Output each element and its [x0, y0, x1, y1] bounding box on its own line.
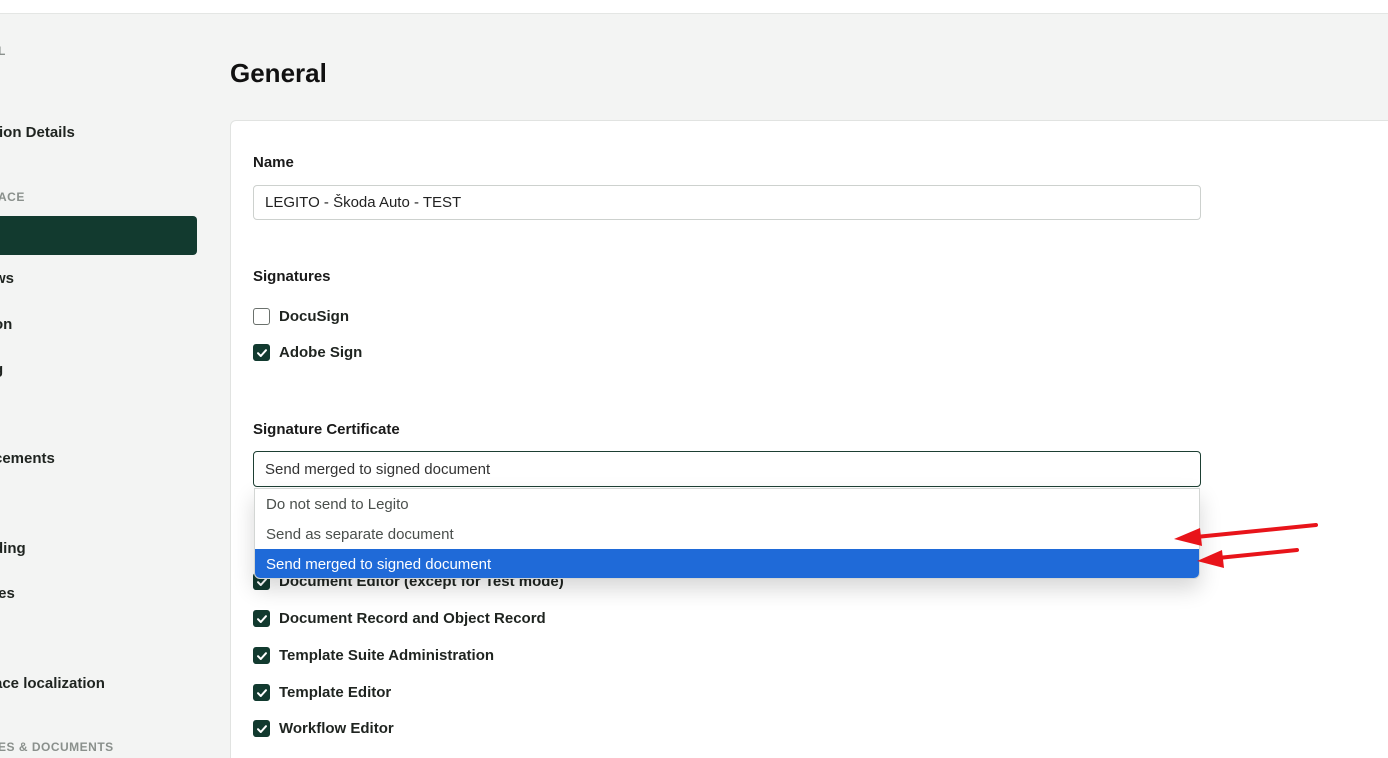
sidebar-item-branding[interactable]: ding	[0, 540, 26, 557]
permission-row-workflow-editor[interactable]: Workflow Editor	[253, 720, 394, 737]
sidebar-item-integration[interactable]: on	[0, 316, 12, 333]
sidebar-item-general-active[interactable]	[0, 216, 197, 255]
permission-label: Document Record and Object Record	[279, 610, 546, 627]
option-send-merged-selected[interactable]: Send merged to signed document	[255, 549, 1199, 578]
permission-label: Workflow Editor	[279, 720, 394, 737]
name-input[interactable]	[253, 185, 1201, 220]
annotation-arrow-shaft-1	[1194, 523, 1318, 539]
adobe-sign-checkbox-row[interactable]: Adobe Sign	[253, 344, 362, 361]
annotation-arrow-head-2	[1197, 550, 1224, 568]
sidebar-item-properties[interactable]: ies	[0, 585, 15, 602]
permission-label: Template Suite Administration	[279, 647, 495, 664]
signatures-label: Signatures	[253, 268, 331, 285]
checkbox-checked-icon[interactable]	[253, 647, 270, 664]
annotation-arrow-head-1	[1174, 528, 1202, 546]
permission-label: Template Editor	[279, 684, 392, 701]
sidebar-item-workflows[interactable]: ws	[0, 270, 14, 287]
sidebar: L tion Details ACE ws on g cements ding …	[0, 14, 215, 758]
checkbox-checked-icon[interactable]	[253, 684, 270, 701]
sidebar-section-templates-documents: ES & DOCUMENTS	[0, 740, 114, 754]
sidebar-section-workspace: ACE	[0, 190, 25, 204]
docusign-checkbox-row[interactable]: DocuSign	[253, 308, 349, 325]
sidebar-section-header: L	[0, 44, 6, 58]
annotation-arrow-shaft-2	[1216, 548, 1299, 560]
annotation-arrows-icon	[1174, 523, 1318, 568]
sidebar-item-tagging[interactable]: g	[0, 361, 3, 378]
page-title: General	[230, 58, 327, 88]
signature-certificate-dropdown: Do not send to Legito Send as separate d…	[254, 488, 1200, 579]
name-label: Name	[253, 154, 294, 171]
option-send-separate[interactable]: Send as separate document	[255, 519, 1199, 549]
sidebar-item-replacements[interactable]: cements	[0, 450, 55, 467]
permission-row-document-record[interactable]: Document Record and Object Record	[253, 610, 546, 627]
sidebar-item-workspace-localization[interactable]: ace localization	[0, 675, 105, 692]
checkbox-unchecked-icon[interactable]	[253, 308, 270, 325]
top-bar	[0, 0, 1388, 14]
select-value: Send merged to signed document	[265, 460, 491, 478]
permission-row-template-editor[interactable]: Template Editor	[253, 684, 391, 701]
checkbox-checked-icon[interactable]	[253, 610, 270, 627]
checkbox-checked-icon[interactable]	[253, 344, 270, 361]
adobe-sign-label: Adobe Sign	[279, 344, 363, 361]
signature-certificate-label: Signature Certificate	[253, 421, 400, 438]
permission-row-template-suite[interactable]: Template Suite Administration	[253, 647, 494, 664]
option-do-not-send[interactable]: Do not send to Legito	[255, 489, 1199, 519]
checkbox-checked-icon[interactable]	[253, 720, 270, 737]
sidebar-item-application-details[interactable]: tion Details	[0, 124, 75, 141]
docusign-label: DocuSign	[279, 308, 349, 325]
signature-certificate-select[interactable]: Send merged to signed document	[253, 451, 1201, 487]
